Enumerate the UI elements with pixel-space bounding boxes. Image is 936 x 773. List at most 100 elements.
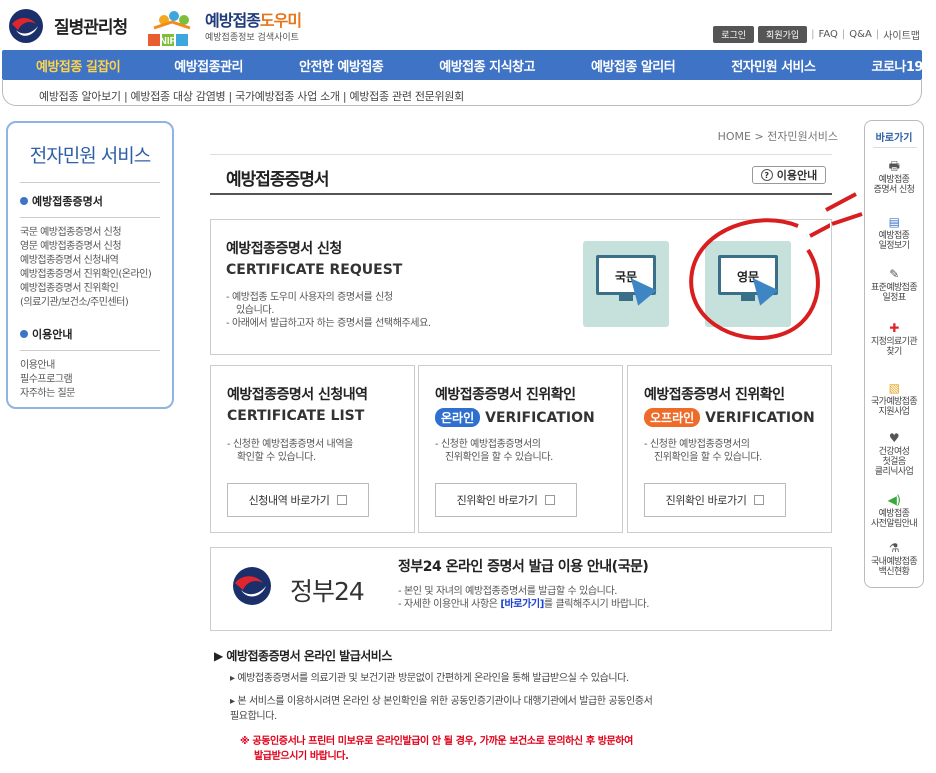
korean-certificate-button[interactable]: 국문 <box>583 241 669 327</box>
gov24-desc-line: - 본인 및 자녀의 예방접종증명서를 발급할 수 있습니다. <box>398 586 618 597</box>
sidebar-item-verify-online[interactable]: 예방접종증명서 진위확인(온라인) <box>20 268 160 282</box>
sidebar-section-certificate[interactable]: 예방접종증명서 <box>20 193 160 218</box>
divider: | <box>811 29 815 40</box>
quick-label: 예방접종 <box>878 509 910 519</box>
nav-vaccination-management[interactable]: 예방접종관리 <box>158 56 283 75</box>
sub-navigation[interactable]: 예방접종 알아보기 | 예방접종 대상 감염병 | 국가예방접종 사업 소개 |… <box>2 80 922 106</box>
gov24-desc-text: 를 클릭해주시기 바랍니다. <box>543 599 650 610</box>
quick-menu-title: 바로가기 <box>875 133 913 144</box>
panel-title: 예방접종증명서 신청내역 <box>227 387 368 403</box>
quick-label: 예방접종 <box>878 231 910 241</box>
quick-label: 지원사업 <box>878 407 910 417</box>
breadcrumb: HOME > 전자민원서비스 <box>717 130 838 143</box>
quick-label: 사전알림안내 <box>870 519 918 529</box>
sidebar-section-label: 예방접종증명서 <box>32 195 103 208</box>
sidebar-item-history[interactable]: 예방접종증명서 신청내역 <box>20 254 160 268</box>
panel-desc-line: - 신청한 예방접종증명서의 <box>644 439 750 450</box>
request-desc-line: 있습니다. <box>236 305 274 316</box>
request-description: - 예방접종 도우미 사용자의 증명서를 신청 있습니다. - 아래에서 발급하… <box>226 291 496 330</box>
quick-item-womens-health[interactable]: ♥ 건강여성 첫걸음 클리닉사업 <box>867 431 921 477</box>
helper-site-title[interactable]: 예방접종도우미 <box>205 7 302 31</box>
sidebar-item-verify-offline[interactable]: 예방접종증명서 진위확인 <box>20 282 160 296</box>
warning-notice: ※ 공동인증서나 프린터 미보유로 온라인발급이 안 될 경우, 가까운 보건소… <box>240 734 760 764</box>
panel-title-en-text: VERIFICATION <box>485 409 595 426</box>
join-button[interactable]: 회원가입 <box>758 26 808 43</box>
sidebar-item-korean-apply[interactable]: 국문 예방접종증명서 신청 <box>20 226 160 240</box>
gov24-desc-line: - 자세한 이용안내 사항은 [바로가기]를 클릭해주시기 바랍니다. <box>398 598 649 611</box>
panel-description: - 신청한 예방접종증명서 내역을 확인할 수 있습니다. <box>227 438 407 464</box>
agency-name: 질병관리청 <box>54 18 128 38</box>
sidebar-item-verify-offline-sub[interactable]: (의료기관/보건소/주민센터) <box>20 296 160 310</box>
red-stroke-annotation <box>825 192 863 226</box>
quick-label: 백신현황 <box>878 567 910 577</box>
panel-title-en: 온라인 VERIFICATION <box>435 408 595 427</box>
nav-knowledge-base[interactable]: 예방접종 지식창고 <box>423 56 575 75</box>
external-link-icon <box>754 495 765 505</box>
quick-label: 건강여성 <box>878 447 910 457</box>
quick-label: 표준예방접종 <box>870 283 918 293</box>
nav-covid19[interactable]: 코로나19 예방접종 <box>855 56 936 75</box>
sidebar-item-english-apply[interactable]: 영문 예방접종증명서 신청 <box>20 240 160 254</box>
quick-label: 지정의료기관 <box>870 337 918 347</box>
gov24-desc-text: - 자세한 이용안내 사항은 <box>398 599 501 610</box>
quick-item-find-clinic[interactable]: ✚ 지정의료기관 찾기 <box>867 321 921 357</box>
sidebar-item-usage-guide[interactable]: 이용안내 <box>20 359 160 373</box>
page-title: 예방접종증명서 <box>226 170 329 190</box>
request-desc-line: - 예방접종 도우미 사용자의 증명서를 신청 <box>226 292 393 303</box>
nip-logo[interactable]: NIP <box>144 6 200 48</box>
online-verification-panel: 예방접종증명서 진위확인 온라인 VERIFICATION - 신청한 예방접종증… <box>418 365 623 533</box>
online-service-bullet: ▸ 예방접종증명서를 의료기관 및 보건기관 방문없이 간편하게 온라인을 통해… <box>230 673 629 684</box>
quick-item-standard-schedule[interactable]: ✎ 표준예방접종 일정표 <box>867 267 921 303</box>
sidebar-title: 전자민원 서비스 <box>20 141 160 183</box>
certificate-list-link-button[interactable]: 신청내역 바로가기 <box>227 483 369 517</box>
gov24-title: 정부24 온라인 증명서 발급 이용 안내(국문) <box>398 559 649 575</box>
panel-desc-line: 확인할 수 있습니다. <box>237 452 316 463</box>
nav-safe-vaccination[interactable]: 안전한 예방접종 <box>283 56 423 75</box>
quick-item-vaccine-status[interactable]: ⚗ 국내예방접종 백신현황 <box>867 541 921 577</box>
sidebar-item-required-programs[interactable]: 필수프로그램 <box>20 373 160 387</box>
quick-item-schedule[interactable]: ▤ 예방접종 일정보기 <box>867 215 921 251</box>
hospital-icon: ✚ <box>889 321 899 335</box>
login-button[interactable]: 로그인 <box>713 26 755 43</box>
qa-link[interactable]: Q&A <box>849 29 872 40</box>
heart-icon: ♥ <box>888 431 900 445</box>
helper-title-main: 예방접종 <box>205 11 261 30</box>
sidebar-item-faq[interactable]: 자주하는 질문 <box>20 387 160 401</box>
panel-title: 예방접종증명서 진위확인 <box>644 387 785 403</box>
sidebar-section-guide[interactable]: 이용안내 <box>20 326 160 351</box>
button-label: 신청내역 바로가기 <box>248 494 330 507</box>
printer-icon: 🖶 <box>888 159 900 173</box>
quick-item-pre-notice[interactable]: ◀) 예방접종 사전알림안내 <box>867 493 921 529</box>
online-service-bullet: ▸ 본 서비스를 이용하시려면 온라인 상 본인확인을 위한 공동인증기관이나 … <box>230 694 760 724</box>
sitemap-link[interactable]: 사이트맵 <box>883 27 920 42</box>
panel-title-en: 오프라인 VERIFICATION <box>644 408 815 427</box>
online-verify-link-button[interactable]: 진위확인 바로가기 <box>435 483 577 517</box>
quick-label: 증명서 신청 <box>873 185 915 195</box>
sidebar-certificate-links: 국문 예방접종증명서 신청 영문 예방접종증명서 신청 예방접종증명서 신청내역… <box>20 226 160 310</box>
faq-link[interactable]: FAQ <box>819 29 838 40</box>
panel-desc-line: - 신청한 예방접종증명서 내역을 <box>227 439 353 450</box>
nav-vaccination-guide[interactable]: 예방접종 길잡이 <box>2 56 158 75</box>
sidebar-guide-links: 이용안내 필수프로그램 자주하는 질문 <box>20 359 160 401</box>
nav-e-civil-service[interactable]: 전자민원 서비스 <box>715 56 855 75</box>
vaccine-icon: ⚗ <box>888 541 900 555</box>
left-sidebar: 전자민원 서비스 예방접종증명서 국문 예방접종증명서 신청 영문 예방접종증명… <box>6 121 174 409</box>
nip-text: NIP <box>160 36 177 47</box>
nav-notice[interactable]: 예방접종 알리터 <box>575 56 715 75</box>
usage-guide-button[interactable]: ? 이용안내 <box>752 166 826 184</box>
document-icon: ▧ <box>888 381 900 395</box>
quick-item-national-support[interactable]: ▧ 국가예방접종 지원사업 <box>867 381 921 417</box>
gov24-shortcut-link[interactable]: [바로가기] <box>500 599 544 610</box>
online-service-heading: ▶ 예방접종증명서 온라인 발급서비스 <box>214 649 392 663</box>
offline-verify-link-button[interactable]: 진위확인 바로가기 <box>644 483 786 517</box>
quick-label: 국가예방접종 <box>870 397 918 407</box>
kdca-logo[interactable] <box>8 8 44 44</box>
request-title: 예방접종증명서 신청 <box>226 241 342 257</box>
quick-item-certificate[interactable]: 🖶 예방접종 증명서 신청 <box>867 159 921 195</box>
divider <box>873 147 917 148</box>
panel-description: - 신청한 예방접종증명서의 진위확인을 할 수 있습니다. <box>435 438 615 464</box>
offline-badge: 오프라인 <box>644 408 701 427</box>
panel-desc-line: 진위확인을 할 수 있습니다. <box>445 452 553 463</box>
online-badge: 온라인 <box>435 408 481 427</box>
quick-label: 일정보기 <box>878 241 910 251</box>
